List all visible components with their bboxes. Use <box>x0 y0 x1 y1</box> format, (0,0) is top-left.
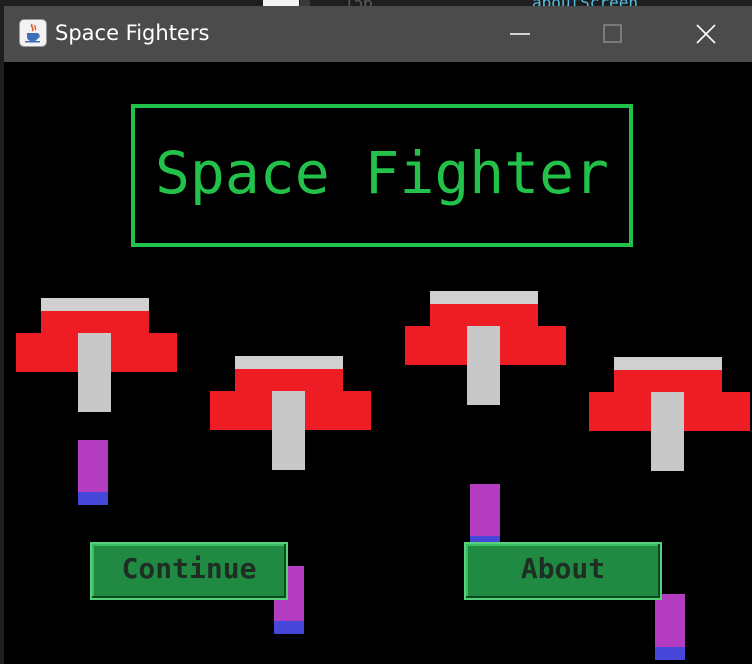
projectile <box>78 440 108 505</box>
game-title-box: Space Fighter <box>131 104 633 247</box>
game-title: Space Fighter <box>155 139 609 207</box>
java-cup-icon[interactable] <box>19 19 47 47</box>
enemy-ship <box>16 298 178 412</box>
enemy-ship <box>589 357 751 471</box>
enemy-ship <box>405 291 567 405</box>
window-title: Space Fighters <box>55 21 210 45</box>
maximize-button[interactable] <box>567 6 659 62</box>
close-icon <box>696 24 716 44</box>
minimize-button[interactable] <box>474 6 566 62</box>
minimize-icon <box>510 33 530 35</box>
about-button[interactable]: About <box>464 542 662 600</box>
maximize-icon <box>603 24 622 43</box>
window-titlebar[interactable]: Space Fighters <box>4 6 752 62</box>
continue-button[interactable]: Continue <box>90 542 288 600</box>
game-window: Space Fighters Space Fighter Continue Ab… <box>4 6 752 664</box>
projectile <box>655 594 685 660</box>
enemy-ship <box>210 356 372 470</box>
game-canvas[interactable]: Space Fighter Continue About <box>4 62 752 664</box>
projectile <box>470 484 500 549</box>
close-button[interactable] <box>660 6 752 62</box>
